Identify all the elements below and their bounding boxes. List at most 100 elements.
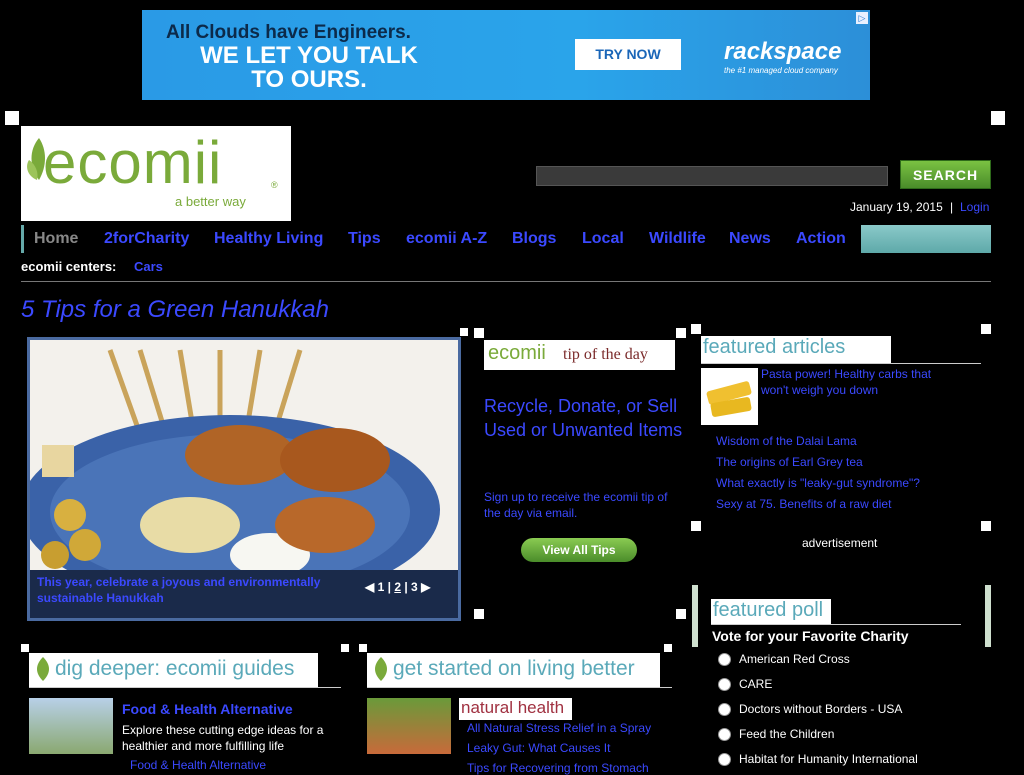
leaf-icon: [37, 657, 49, 681]
get-started-title: get started on living better: [393, 657, 635, 680]
logo-wordmark: ecomii: [43, 129, 223, 196]
logo-registered: ®: [271, 180, 278, 190]
header-divider: [21, 281, 991, 282]
radio-button[interactable]: [718, 728, 731, 742]
poll-option-label: Doctors without Borders - USA: [739, 702, 903, 716]
tip-brand: ecomii: [488, 342, 546, 364]
pager-sep: |: [404, 580, 408, 594]
poll-option[interactable]: Feed the Children: [718, 727, 835, 742]
corner-marker: [691, 324, 701, 334]
pager-sep: |: [387, 580, 391, 594]
header-separator: |: [950, 200, 954, 214]
article-thumbnail[interactable]: [701, 368, 758, 425]
page-3[interactable]: 3: [411, 580, 418, 594]
featured-articles-rule: [701, 363, 981, 364]
corner-marker: [676, 609, 686, 619]
poll-frame-right: [985, 585, 991, 647]
nav-tips[interactable]: Tips: [348, 230, 381, 248]
nav-home[interactable]: Home: [34, 230, 78, 248]
featured-article-link[interactable]: Wisdom of the Dalai Lama: [716, 434, 857, 448]
logo-tagline: a better way: [175, 194, 246, 209]
page-2[interactable]: 2: [394, 580, 401, 594]
corner-marker: [359, 644, 367, 652]
next-arrow-icon[interactable]: ▶: [421, 580, 430, 594]
natural-health-link[interactable]: Leaky Gut: What Causes It: [467, 741, 610, 755]
corner-marker: [664, 644, 672, 652]
centers-label: ecomii centers:: [21, 259, 117, 274]
corner-marker: [474, 328, 484, 338]
nav-wildlife[interactable]: Wildlife: [649, 230, 706, 248]
radio-button[interactable]: [718, 753, 731, 767]
natural-health-title: natural health: [461, 698, 565, 717]
feature-photo[interactable]: [30, 340, 458, 605]
corner-marker: [460, 328, 468, 336]
get-started-heading: get started on living better: [367, 653, 660, 687]
dig-deeper-rule: [29, 687, 341, 688]
corner-marker: [981, 521, 991, 531]
featured-article-link[interactable]: Sexy at 75. Benefits of a raw diet: [716, 497, 891, 511]
corner-marker: [474, 609, 484, 619]
radio-button[interactable]: [718, 703, 731, 717]
tip-title[interactable]: Recycle, Donate, or Sell Used or Unwante…: [484, 394, 684, 442]
corner-marker: [21, 644, 29, 652]
nav-2forcharity[interactable]: 2forCharity: [104, 230, 189, 248]
adchoices-icon[interactable]: ▷: [856, 12, 868, 24]
ad-cta-button[interactable]: TRY NOW: [575, 39, 681, 70]
poll-option[interactable]: Doctors without Borders - USA: [718, 702, 903, 717]
poll-option[interactable]: CARE: [718, 677, 773, 692]
guide-link[interactable]: Food & Health Alternative: [130, 758, 266, 772]
guide-thumbnail[interactable]: [29, 698, 113, 754]
tip-heading: tip of the day: [563, 346, 648, 363]
ad-banner[interactable]: All Clouds have Engineers. WE LET YOU TA…: [142, 10, 870, 100]
corner-marker: [5, 111, 19, 125]
featured-article-link[interactable]: What exactly is "leaky-gut syndrome"?: [716, 476, 920, 490]
poll-option[interactable]: American Red Cross: [718, 652, 850, 667]
view-all-tips-button[interactable]: View All Tips: [521, 538, 637, 562]
nav-local[interactable]: Local: [582, 230, 624, 248]
search-input[interactable]: [536, 166, 888, 186]
nav-action[interactable]: Action: [796, 230, 846, 248]
corner-marker: [991, 111, 1005, 125]
feature-headline[interactable]: 5 Tips for a Green Hanukkah: [21, 296, 329, 324]
prev-arrow-icon[interactable]: ◀: [365, 580, 374, 594]
login-link[interactable]: Login: [960, 200, 989, 214]
featured-article-link[interactable]: The origins of Earl Grey tea: [716, 455, 863, 469]
search-button[interactable]: SEARCH: [900, 160, 991, 189]
natural-health-link[interactable]: All Natural Stress Relief in a Spray: [467, 721, 651, 735]
nav-blogs[interactable]: Blogs: [512, 230, 556, 248]
poll-option-label: Habitat for Humanity International: [739, 752, 918, 766]
featured-poll-heading: featured poll: [711, 599, 831, 625]
current-date: January 19, 2015: [850, 200, 943, 214]
featured-poll-title: featured poll: [713, 599, 824, 621]
pasta-image: [701, 368, 758, 425]
page-1[interactable]: 1: [378, 580, 385, 594]
poll-rule: [711, 624, 961, 625]
radio-button[interactable]: [718, 653, 731, 667]
nav-accent-block: [861, 225, 991, 253]
poll-option-label: CARE: [739, 677, 773, 691]
nav-healthy-living[interactable]: Healthy Living: [214, 230, 323, 248]
dig-deeper-title: dig deeper: ecomii guides: [55, 657, 295, 680]
tip-of-day-heading: ecomii tip of the day: [484, 340, 675, 370]
centers-cars-link[interactable]: Cars: [134, 259, 163, 274]
nav-news[interactable]: News: [729, 230, 771, 248]
ad-brand-logo: rackspace: [724, 38, 842, 65]
corner-marker: [691, 521, 701, 531]
corner-marker: [676, 328, 686, 338]
radio-button[interactable]: [718, 678, 731, 692]
feature-caption[interactable]: This year, celebrate a joyous and enviro…: [37, 574, 337, 606]
natural-health-thumbnail[interactable]: [367, 698, 451, 754]
featured-article-link[interactable]: Pasta power! Healthy carbs that won't we…: [761, 366, 961, 398]
ad-line1: All Clouds have Engineers.: [166, 22, 411, 43]
corner-marker: [341, 644, 349, 652]
nav-ecomii-a-z[interactable]: ecomii A-Z: [406, 230, 487, 248]
featured-articles-heading: featured articles: [701, 336, 891, 363]
natural-health-link[interactable]: Tips for Recovering from Stomach: [467, 761, 649, 775]
site-logo[interactable]: ecomii ® a better way: [21, 126, 291, 221]
guide-title-link[interactable]: Food & Health Alternative: [122, 701, 293, 717]
poll-option[interactable]: Habitat for Humanity International: [718, 752, 918, 767]
poll-frame-left: [692, 585, 698, 647]
poll-option-label: Feed the Children: [739, 727, 835, 741]
tip-signup-link[interactable]: Sign up to receive the ecomii tip of the…: [484, 489, 679, 521]
ad-brand-tag: the #1 managed cloud company: [724, 66, 838, 75]
